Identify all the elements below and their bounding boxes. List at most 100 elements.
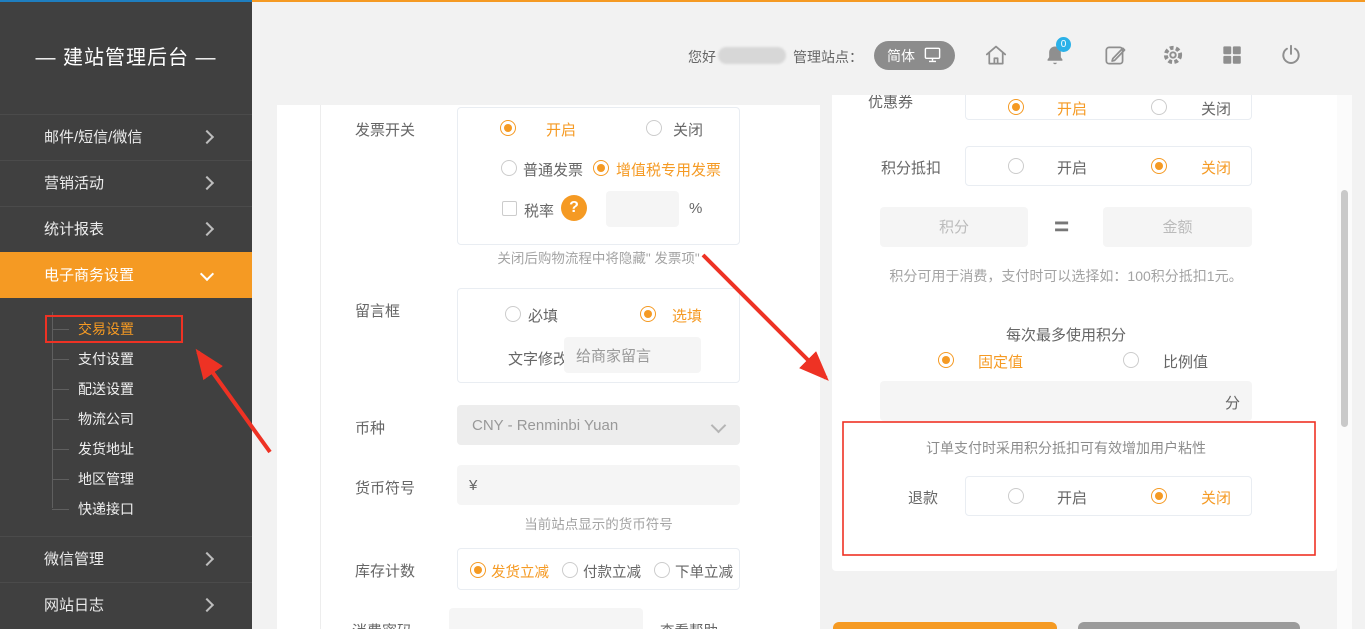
percent-sign: %	[689, 200, 702, 217]
trade-settings-left-panel: 发票开关 开启 关闭 普通发票 增值税专用发票 税率 ? % 关闭后购物流程中将…	[277, 105, 820, 629]
sidebar-subitem-logistics-company[interactable]: 物流公司	[0, 404, 252, 434]
greeting-text: 您好	[688, 47, 716, 67]
sidebar-item-mail-sms-wechat[interactable]: 邮件/短信/微信	[0, 114, 252, 160]
sidebar-subitem-trade-settings[interactable]: 交易设置	[0, 314, 252, 344]
coupon-off-radio[interactable]	[1151, 99, 1167, 115]
equals-sign: =	[1054, 211, 1069, 242]
tax-rate-label: 税率	[524, 200, 554, 221]
subitem-label: 快递接口	[78, 501, 134, 517]
currency-symbol-input[interactable]	[457, 465, 740, 505]
invoice-switch-group: 开启 关闭 普通发票 增值税专用发票 税率 ? %	[457, 107, 740, 245]
chevron-right-icon	[200, 551, 214, 565]
refund-off-radio[interactable]	[1151, 488, 1167, 504]
fixed-value-radio[interactable]	[938, 352, 954, 368]
normal-invoice-radio[interactable]	[501, 160, 517, 176]
admin-page: — 建站管理后台 — 邮件/短信/微信 营销活动 统计报表 电子商务设置	[0, 0, 1365, 629]
cancel-button[interactable]	[1078, 622, 1300, 629]
refund-on-label: 开启	[1057, 487, 1087, 508]
max-points-input[interactable]	[880, 381, 1252, 421]
coupon-on-radio[interactable]	[1008, 99, 1024, 115]
sidebar-item-site-logs[interactable]: 网站日志	[0, 582, 252, 628]
invoice-hint: 关闭后购物流程中将隐藏" 发票项"	[457, 247, 740, 267]
stock-ship-label: 发货立减	[491, 561, 549, 582]
sidebar-item-label: 微信管理	[44, 551, 104, 568]
coupon-on-label: 开启	[1057, 98, 1087, 119]
invoice-off-radio[interactable]	[646, 120, 662, 136]
power-icon[interactable]	[1278, 42, 1304, 68]
message-text-input[interactable]	[564, 337, 701, 373]
refund-on-radio[interactable]	[1008, 488, 1024, 504]
sidebar-subitem-shipping-address[interactable]: 发货地址	[0, 434, 252, 464]
sidebar-subitem-payment-settings[interactable]: 支付设置	[0, 344, 252, 374]
pay-password-label: 消费密码	[352, 620, 412, 629]
scrollbar-track[interactable]	[1337, 95, 1352, 629]
notification-bell-icon[interactable]: 0	[1042, 42, 1068, 68]
message-optional-radio[interactable]	[640, 306, 656, 322]
app-title: — 建站管理后台 —	[0, 42, 252, 74]
subitem-label: 发货地址	[78, 441, 134, 457]
topbar: 您好 管理站点： 简体 0	[252, 2, 1365, 95]
sidebar-subitem-region-management[interactable]: 地区管理	[0, 464, 252, 494]
tree-tick	[52, 449, 69, 450]
edit-icon[interactable]	[1102, 42, 1128, 68]
help-question-icon[interactable]: ?	[561, 195, 587, 221]
panel-divider	[320, 105, 321, 629]
refund-group: 开启 关闭	[965, 476, 1252, 516]
tax-rate-input[interactable]	[606, 191, 679, 227]
refund-label: 退款	[908, 487, 938, 508]
stock-pay-label: 付款立减	[583, 561, 641, 582]
subitem-label: 物流公司	[78, 411, 134, 427]
stock-pay-radio[interactable]	[562, 562, 578, 578]
currency-value: CNY - Renminbi Yuan	[472, 417, 618, 434]
points-deduction-label: 积分抵扣	[881, 157, 941, 178]
stock-ship-radio[interactable]	[470, 562, 486, 578]
site-language-button[interactable]: 简体	[874, 41, 955, 70]
sidebar-subitem-express-api[interactable]: 快递接口	[0, 494, 252, 524]
points-off-label: 关闭	[1201, 157, 1231, 178]
sidebar-item-wechat-management[interactable]: 微信管理	[0, 536, 252, 582]
invoice-on-label: 开启	[546, 119, 576, 140]
ratio-value-radio[interactable]	[1123, 352, 1139, 368]
tree-tick	[52, 479, 69, 480]
site-language-label: 简体	[887, 46, 915, 66]
normal-invoice-label: 普通发票	[523, 159, 583, 180]
pay-password-input[interactable]	[449, 608, 643, 629]
ecommerce-submenu: 交易设置 支付设置 配送设置 物流公司 发货地址	[0, 298, 252, 536]
currency-select[interactable]: CNY - Renminbi Yuan	[457, 405, 740, 445]
points-on-radio[interactable]	[1008, 158, 1024, 174]
points-on-label: 开启	[1057, 157, 1087, 178]
stock-count-label: 库存计数	[355, 560, 415, 581]
invoice-on-radio[interactable]	[500, 120, 516, 136]
sidebar-subitem-delivery-settings[interactable]: 配送设置	[0, 374, 252, 404]
message-required-radio[interactable]	[505, 306, 521, 322]
tax-rate-checkbox[interactable]	[502, 201, 517, 216]
settings-gear-icon[interactable]	[1160, 42, 1186, 68]
save-button[interactable]	[833, 622, 1057, 629]
home-icon[interactable]	[983, 42, 1009, 68]
trade-settings-right-panel: 优惠券 开启 关闭 积分抵扣 开启 关闭 = 积分可用于消费，支付时可以选择如：…	[832, 95, 1337, 571]
stock-order-radio[interactable]	[654, 562, 670, 578]
points-off-radio[interactable]	[1151, 158, 1167, 174]
tree-tick	[52, 509, 69, 510]
vat-invoice-label: 增值税专用发票	[616, 159, 721, 180]
apps-grid-icon[interactable]	[1219, 42, 1245, 68]
sidebar-item-marketing[interactable]: 营销活动	[0, 160, 252, 206]
amount-box[interactable]	[1103, 207, 1252, 247]
stock-order-label: 下单立减	[675, 561, 733, 582]
invoice-off-label: 关闭	[673, 119, 703, 140]
tree-tick	[52, 389, 69, 390]
chevron-down-icon	[711, 418, 727, 434]
sidebar-item-statistics[interactable]: 统计报表	[0, 206, 252, 252]
sidebar-item-ecommerce-settings[interactable]: 电子商务设置	[0, 252, 252, 298]
sidebar-item-label: 统计报表	[44, 221, 104, 238]
coupon-off-label: 关闭	[1201, 98, 1231, 119]
sidebar-nav: 邮件/短信/微信 营销活动 统计报表 电子商务设置 交易设置	[0, 114, 252, 628]
stock-count-group: 发货立减 付款立减 下单立减	[457, 548, 740, 590]
pay-password-help-link[interactable]: 查看帮助	[660, 620, 718, 629]
points-box[interactable]	[880, 207, 1028, 247]
manage-site-label: 管理站点：	[793, 47, 863, 67]
scrollbar-thumb[interactable]	[1341, 190, 1348, 427]
vat-invoice-radio[interactable]	[593, 160, 609, 176]
sticky-hint: 订单支付时采用积分抵扣可有效增加用户粘性	[832, 438, 1300, 458]
sidebar-item-label: 营销活动	[44, 175, 104, 192]
